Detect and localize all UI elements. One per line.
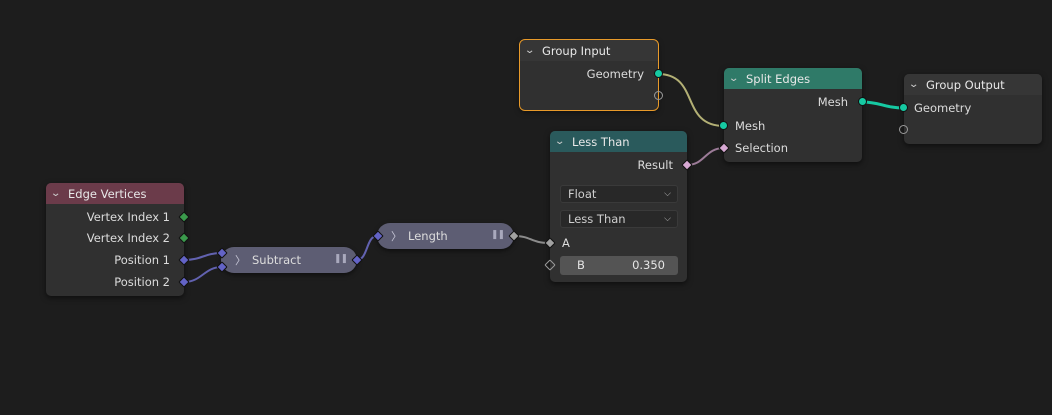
chevron-down-icon[interactable]: ⌄	[728, 73, 744, 84]
input-label-mesh: Mesh	[735, 119, 766, 133]
hidden-sockets-icon[interactable]: ❚❚	[491, 230, 505, 240]
edge-vertices-node[interactable]: ⌄ Edge Vertices Vertex Index 1 Vertex In…	[46, 183, 190, 296]
node-title: Group Output	[926, 77, 1005, 92]
chevron-down-icon[interactable]: ⌄	[524, 45, 540, 56]
b-field-label: B	[577, 258, 585, 272]
chevron-down-icon[interactable]: ⌄	[50, 188, 66, 199]
input-label-selection: Selection	[735, 141, 788, 155]
data-type-dropdown[interactable]: Float ⌵	[560, 185, 678, 203]
chevron-down-icon: ⌵	[664, 214, 671, 224]
node-title: Length	[408, 229, 448, 243]
output-label-result: Result	[637, 158, 673, 172]
input-label-geometry: Geometry	[914, 101, 972, 115]
empty-output-socket[interactable]	[654, 91, 663, 100]
empty-input-socket[interactable]	[899, 125, 908, 134]
less-than-header[interactable]: ⌄ Less Than	[550, 131, 687, 152]
node-title: Group Input	[542, 43, 611, 58]
split-edges-node[interactable]: ⌄ Split Edges Mesh Mesh Selection	[718, 68, 867, 162]
group-output-node[interactable]: ⌄ Group Output Geometry	[899, 74, 1042, 144]
node-title: Subtract	[252, 253, 302, 267]
group-input-node[interactable]: ⌄ Group Input Geometry	[519, 39, 663, 111]
output-label-vertex-index-2: Vertex Index 2	[86, 231, 170, 245]
length-node[interactable]: 〉 Length ❚❚	[372, 223, 520, 249]
data-type-value: Float	[568, 187, 597, 201]
output-label-position-2: Position 2	[114, 275, 170, 289]
edge-vertices-header[interactable]: ⌄ Edge Vertices	[46, 183, 184, 204]
chevron-down-icon[interactable]: ⌄	[554, 136, 570, 147]
chevron-down-icon[interactable]: ⌄	[908, 79, 924, 90]
link-position2-to-subtract[interactable]	[183, 266, 223, 283]
geometry-input-socket[interactable]	[899, 103, 908, 112]
less-than-node[interactable]: ⌄ Less Than Result Float ⌵ Less Than ⌵ A…	[544, 131, 693, 282]
input-label-a: A	[562, 236, 570, 250]
chevron-right-icon[interactable]: 〉	[235, 252, 246, 268]
operation-dropdown[interactable]: Less Than ⌵	[560, 210, 678, 228]
subtract-node[interactable]: 〉 Subtract ❚❚	[216, 247, 363, 273]
chevron-down-icon: ⌵	[664, 189, 671, 199]
output-label-position-1: Position 1	[114, 253, 170, 267]
link-geometry-to-mesh[interactable]	[657, 73, 725, 127]
group-output-header[interactable]: ⌄ Group Output	[904, 74, 1042, 95]
chevron-right-icon[interactable]: 〉	[391, 228, 402, 244]
node-title: Split Edges	[746, 71, 811, 86]
mesh-output-socket[interactable]	[858, 97, 867, 106]
output-label-vertex-index-1: Vertex Index 1	[86, 210, 170, 224]
mesh-input-socket[interactable]	[719, 121, 728, 130]
b-value-field[interactable]: B 0.350	[560, 256, 678, 275]
geometry-output-socket[interactable]	[654, 69, 663, 78]
link-result-to-selection[interactable]	[686, 147, 725, 166]
output-label-geometry: Geometry	[586, 67, 644, 81]
group-input-header[interactable]: ⌄ Group Input	[520, 40, 658, 61]
split-edges-header[interactable]: ⌄ Split Edges	[724, 68, 862, 89]
b-field-value: 0.350	[632, 258, 665, 272]
hidden-sockets-icon[interactable]: ❚❚	[334, 254, 348, 264]
node-title: Edge Vertices	[68, 186, 147, 201]
node-title: Less Than	[572, 134, 630, 149]
link-mesh-to-geometry[interactable]	[861, 100, 905, 110]
operation-value: Less Than	[568, 212, 626, 226]
link-position1-to-subtract[interactable]	[183, 252, 223, 261]
output-label-mesh: Mesh	[817, 95, 848, 109]
